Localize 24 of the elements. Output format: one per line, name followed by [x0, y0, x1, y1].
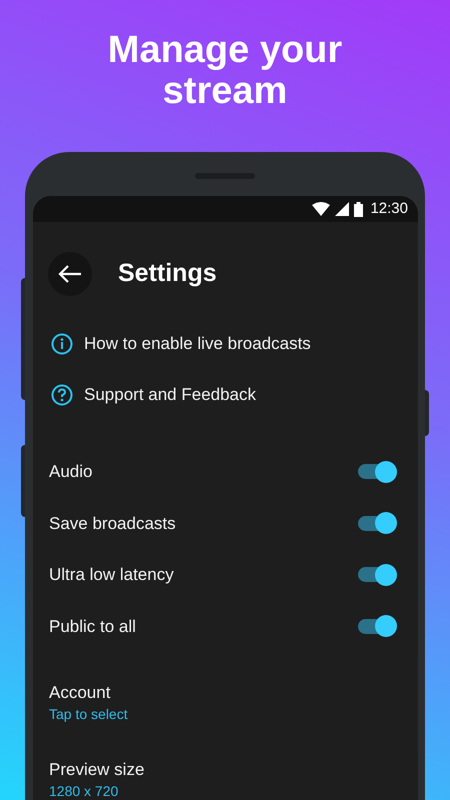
- setting-label: Public to all: [49, 616, 136, 638]
- back-button[interactable]: [48, 252, 92, 296]
- help-link[interactable]: Support and Feedback: [33, 369, 418, 420]
- toggle-switch[interactable]: [357, 460, 397, 483]
- setting-label: Account: [49, 682, 110, 704]
- status-time: 12:30: [370, 198, 408, 219]
- help-link[interactable]: How to enable live broadcasts: [33, 318, 418, 369]
- help-icon: [51, 384, 73, 406]
- setting-label: Save broadcasts: [49, 512, 176, 534]
- setting-value[interactable]: Tap to select: [49, 704, 128, 724]
- back-arrow-icon: [58, 264, 82, 284]
- toggle-switch[interactable]: [357, 564, 397, 586]
- setting-label: Audio: [49, 461, 92, 483]
- toggle-switch[interactable]: [357, 615, 397, 638]
- setting-label: Preview size: [49, 758, 144, 780]
- screen-title: Settings: [118, 258, 217, 289]
- setting-value[interactable]: 1280 x 720: [49, 780, 118, 800]
- signal-icon: [335, 202, 350, 216]
- setting-label: Ultra low latency: [49, 564, 174, 586]
- toggle-switch[interactable]: [357, 512, 397, 534]
- battery-icon: [354, 202, 364, 216]
- wifi-icon: [312, 202, 330, 216]
- info-icon: [51, 332, 73, 354]
- headline: Manage your stream: [106, 30, 344, 112]
